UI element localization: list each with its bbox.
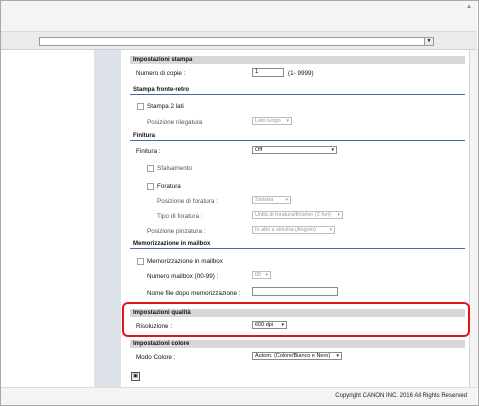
- chevron-down-icon: ▾: [336, 353, 339, 359]
- section-mailbox-header: Memorizzazione in mailbox: [130, 240, 465, 249]
- binding-select[interactable]: Lato lungo ▾: [252, 117, 292, 125]
- mailbox-filename-label: Nome file dopo memorizzazione :: [147, 290, 241, 297]
- copies-input[interactable]: 1: [252, 68, 284, 77]
- top-bar: ▲: [1, 1, 477, 32]
- copyright-text: Copyright CANON INC. 2016 All Rights Res…: [335, 393, 467, 399]
- punch-type-label: Tipo di foratura :: [157, 213, 203, 220]
- scroll-up-icon[interactable]: ▲: [466, 4, 472, 10]
- binding-label: Posizione rilegatura: [147, 119, 203, 126]
- section-color-header: Impostazioni colore: [130, 340, 465, 348]
- punch-position-label: Posizione di foratura :: [157, 198, 218, 205]
- section-duplex-header: Stampa fronte-retro: [130, 86, 465, 95]
- finishing-select[interactable]: Off ▾: [252, 146, 337, 154]
- mailbox-filename-input[interactable]: [252, 287, 338, 296]
- punch-type-select[interactable]: Unità di foratura/finisher (2 fori) ▾: [252, 211, 343, 219]
- chevron-down-icon: ▾: [286, 118, 289, 124]
- chevron-down-icon: ▾: [265, 272, 268, 278]
- section-print-settings-header: Impostazioni stampa: [130, 56, 465, 64]
- chevron-down-icon[interactable]: ▼: [424, 38, 433, 45]
- staple-select[interactable]: In alto a sinistra (Angolo) ▾: [252, 226, 335, 234]
- staple-label: Posizione pinzatura :: [147, 228, 206, 235]
- scrollbar[interactable]: [469, 50, 478, 387]
- address-select[interactable]: ▼: [39, 37, 434, 46]
- chevron-down-icon: ▾: [329, 227, 332, 233]
- mailbox-checkbox[interactable]: [137, 258, 144, 265]
- mailbox-number-label: Numero mailbox (00-99) :: [147, 273, 219, 280]
- punch-checkbox[interactable]: [147, 183, 154, 190]
- offset-checkbox[interactable]: [147, 165, 154, 172]
- chevron-down-icon: ▾: [337, 212, 340, 218]
- chevron-down-icon: ▾: [331, 147, 334, 153]
- footer: Copyright CANON INC. 2016 All Rights Res…: [1, 387, 477, 405]
- mailbox-label: Memorizzazione in mailbox: [147, 258, 223, 265]
- left-panel: [1, 50, 94, 387]
- mailbox-number-select[interactable]: 00 ▾: [252, 271, 271, 279]
- duplex-label: Stampa 2 lati: [147, 103, 184, 110]
- offset-label: Sfalsamento: [157, 165, 193, 172]
- color-mode-label: Modo Colore :: [136, 354, 176, 361]
- chevron-down-icon: ▾: [285, 197, 288, 203]
- color-mode-select[interactable]: Autom. (Colore/Bianco e Nero) ▾: [252, 352, 342, 360]
- duplex-checkbox[interactable]: [137, 103, 144, 110]
- quality-highlight-box: [122, 302, 470, 337]
- punch-position-select[interactable]: Sinistra ▾: [252, 196, 291, 204]
- nav-panel: [94, 50, 121, 387]
- finishing-label: Finitura :: [136, 148, 161, 155]
- punch-label: Foratura: [157, 183, 181, 190]
- expand-icon[interactable]: ▣: [131, 372, 140, 381]
- copies-label: Numero di copie :: [136, 70, 186, 77]
- copies-range: (1- 9999): [288, 70, 314, 77]
- section-finishing-header: Finitura: [130, 132, 465, 141]
